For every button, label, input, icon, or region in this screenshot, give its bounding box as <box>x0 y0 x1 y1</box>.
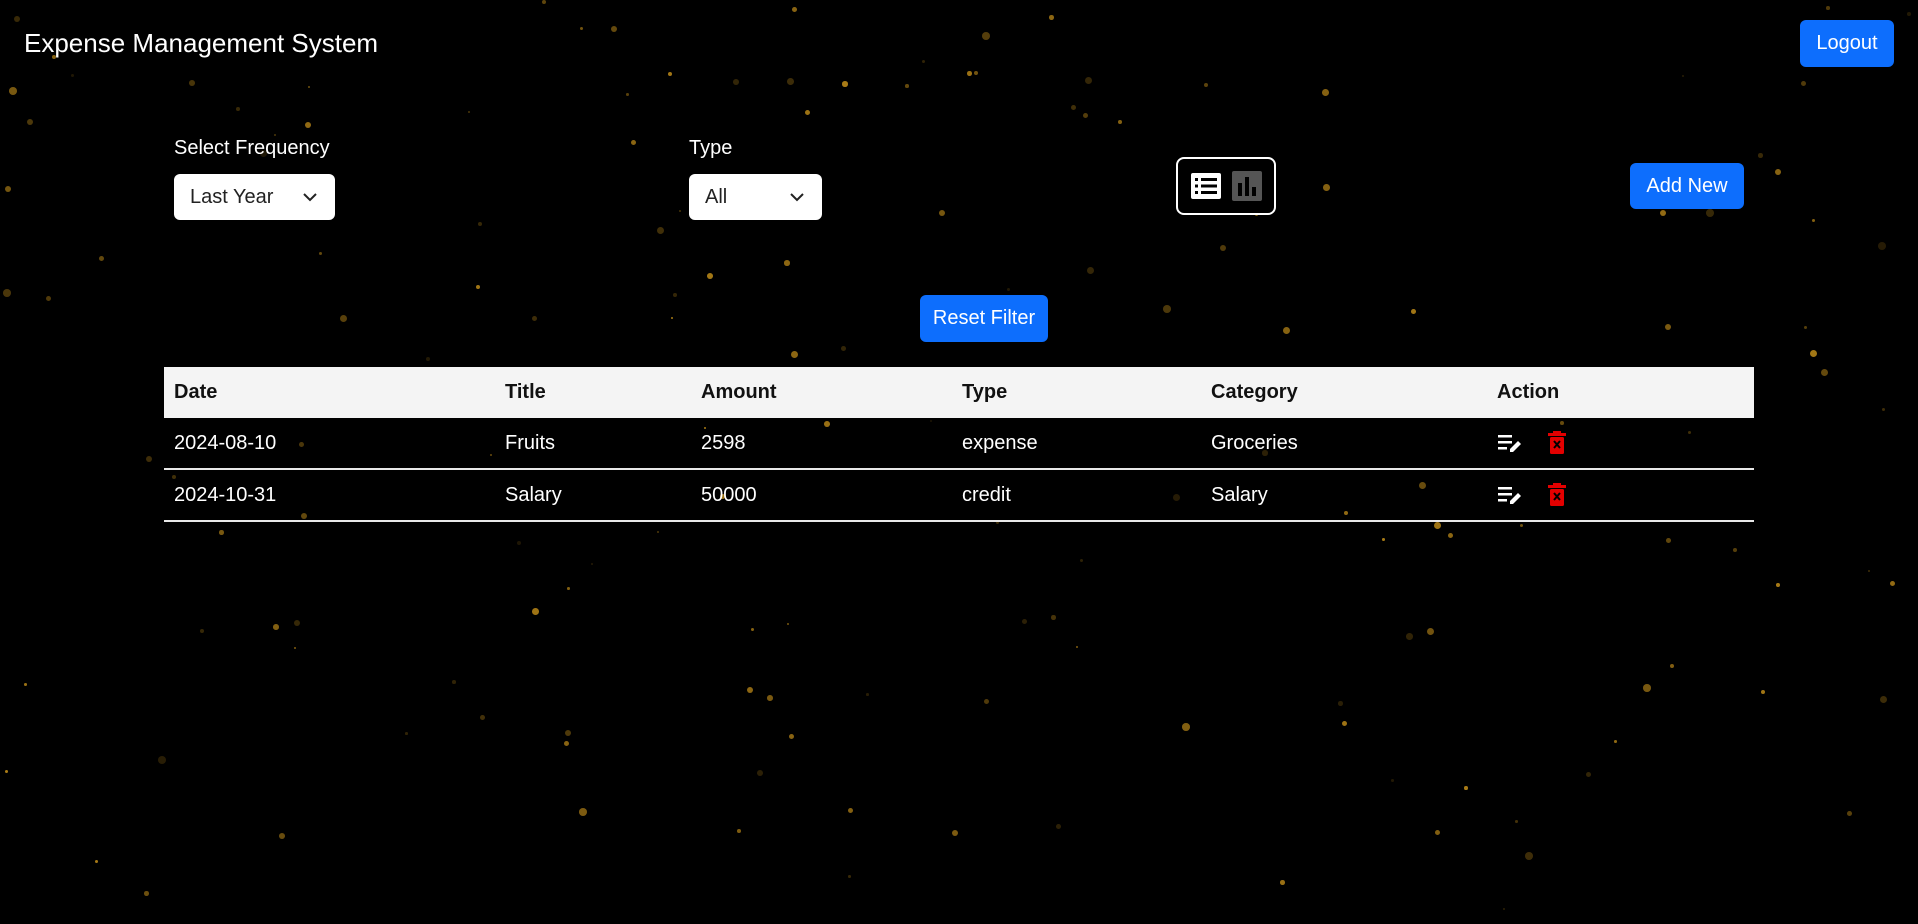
cell-date: 2024-10-31 <box>174 483 277 506</box>
view-toggle <box>1176 157 1276 215</box>
type-value: All <box>705 185 728 208</box>
frequency-label: Select Frequency <box>174 137 330 159</box>
column-header-category: Category <box>1211 381 1298 403</box>
reset-filter-button[interactable]: Reset Filter <box>920 295 1048 342</box>
frequency-select[interactable]: Last Year <box>174 174 335 220</box>
cell-actions <box>1487 431 1754 455</box>
column-header-date: Date <box>174 381 218 403</box>
frequency-value: Last Year <box>190 185 274 208</box>
edit-icon[interactable] <box>1497 484 1523 506</box>
edit-icon[interactable] <box>1497 432 1523 454</box>
logout-button[interactable]: Logout <box>1800 20 1894 67</box>
cell-date: 2024-08-10 <box>174 431 277 454</box>
transactions-table: Date Title Amount Type Category Action 2… <box>164 367 1754 522</box>
column-header-type: Type <box>962 381 1008 403</box>
cell-type: expense <box>962 431 1038 454</box>
column-header-title: Title <box>505 381 546 403</box>
app-title: Expense Management System <box>24 28 379 58</box>
chevron-down-icon <box>303 193 317 202</box>
cell-category: Groceries <box>1211 431 1298 454</box>
table-row: 2024-10-31 Salary 50000 credit Salary <box>164 470 1754 522</box>
cell-type: credit <box>962 483 1011 506</box>
cell-actions <box>1487 483 1754 507</box>
cell-title: Salary <box>505 483 562 506</box>
cell-amount: 2598 <box>701 431 746 454</box>
chevron-down-icon <box>790 193 804 202</box>
table-header: Date Title Amount Type Category Action <box>164 367 1754 418</box>
table-row: 2024-08-10 Fruits 2598 expense Groceries <box>164 418 1754 470</box>
column-header-action: Action <box>1497 381 1560 403</box>
type-label: Type <box>689 137 733 159</box>
delete-icon[interactable] <box>1547 431 1567 455</box>
add-new-button[interactable]: Add New <box>1630 163 1744 209</box>
list-icon[interactable] <box>1190 171 1222 201</box>
cell-category: Salary <box>1211 483 1268 506</box>
cell-amount: 50000 <box>701 483 757 506</box>
type-select[interactable]: All <box>689 174 822 220</box>
cell-title: Fruits <box>505 431 555 454</box>
delete-icon[interactable] <box>1547 483 1567 507</box>
bar-chart-icon[interactable] <box>1232 171 1262 201</box>
column-header-amount: Amount <box>701 381 777 403</box>
